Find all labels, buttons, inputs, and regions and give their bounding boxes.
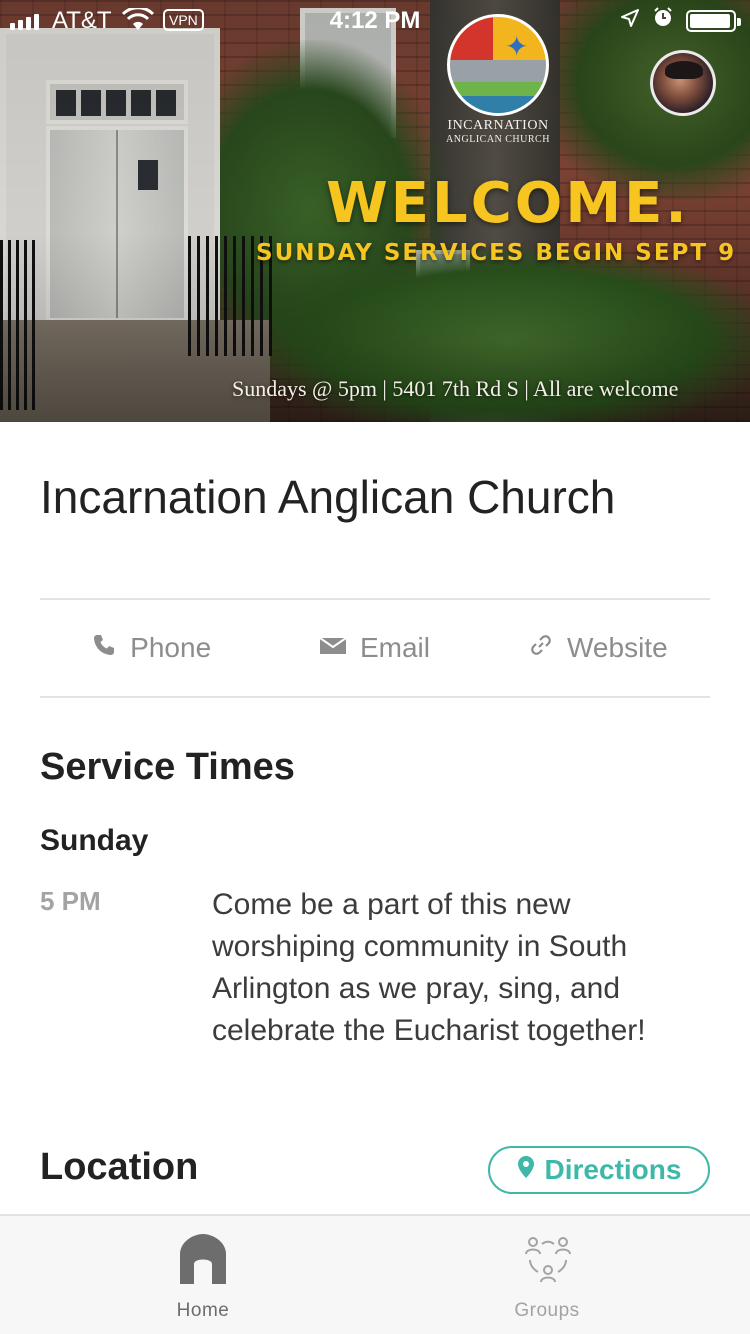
logo-name: INCARNATION [447, 118, 549, 133]
directions-label: Directions [544, 1154, 682, 1185]
tab-groups[interactable]: Groups [422, 1216, 672, 1334]
website-label: Website [567, 632, 668, 663]
directions-button[interactable]: Directions [488, 1146, 710, 1194]
service-day: Sunday [40, 824, 149, 857]
phone-icon [92, 633, 116, 663]
tab-groups-label: Groups [514, 1300, 580, 1321]
welcome-subheadline: SUNDAY SERVICES BEGIN SEPT 9 [256, 240, 737, 266]
service-time: 5 PM [40, 886, 101, 916]
welcome-headline: WELCOME. [326, 171, 690, 236]
email-label: Email [359, 632, 430, 663]
service-description: Come be a part of this new worshiping co… [212, 888, 646, 1047]
phone-button[interactable]: Phone [40, 600, 263, 696]
hero-image: ✦ INCARNATION ANGLICAN CHURCH WELCOME. S… [0, 0, 750, 422]
map-pin-icon [517, 1155, 535, 1185]
tab-bar: Home Groups [0, 1214, 750, 1334]
contact-actions: Phone Email Website [40, 600, 710, 696]
divider-bottom [40, 696, 710, 698]
phone-label: Phone [130, 632, 212, 663]
location-title: Location [40, 1146, 199, 1188]
alarm-icon [652, 6, 674, 34]
groups-icon [520, 1232, 576, 1288]
email-button[interactable]: Email [263, 600, 486, 696]
link-icon [529, 633, 553, 663]
tab-home-label: Home [176, 1300, 230, 1321]
church-title: Incarnation Anglican Church [40, 471, 616, 523]
website-button[interactable]: Website [487, 600, 710, 696]
hero-banner-text: Sundays @ 5pm | 5401 7th Rd S | All are … [232, 376, 679, 401]
battery-icon [686, 10, 741, 32]
profile-avatar[interactable] [650, 50, 716, 116]
logo-subtitle: ANGLICAN CHURCH [446, 134, 550, 145]
location-arrow-icon [620, 8, 640, 34]
home-icon [178, 1232, 228, 1286]
service-times-title: Service Times [40, 746, 295, 788]
status-bar: AT&T VPN 4:12 PM [0, 0, 750, 40]
email-icon [319, 634, 347, 662]
tab-home[interactable]: Home [78, 1216, 328, 1334]
